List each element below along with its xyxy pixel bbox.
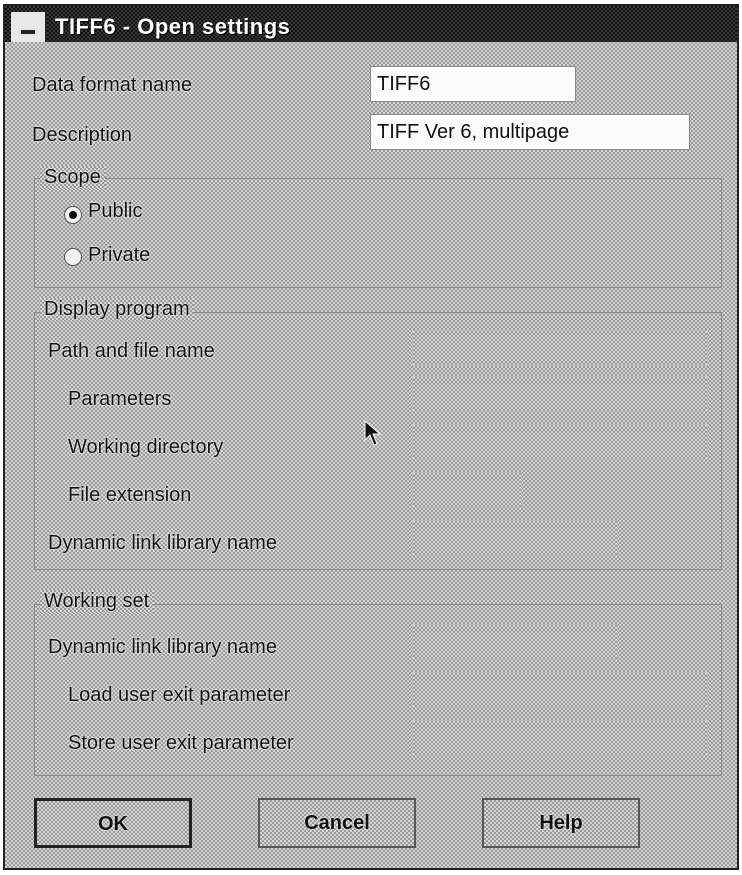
path-file-name-label: Path and file name [48, 340, 215, 362]
working-set-dll-label: Dynamic link library name [48, 636, 277, 658]
ok-button[interactable]: OK [34, 798, 192, 848]
title-bar[interactable]: TIFF6 - Open settings [5, 6, 737, 42]
description-label: Description [32, 124, 133, 146]
cancel-button[interactable]: Cancel [258, 798, 416, 848]
help-button[interactable]: Help [482, 798, 640, 848]
file-extension-field[interactable] [412, 472, 522, 508]
window-title: TIFF6 - Open settings [55, 14, 291, 39]
description-field[interactable]: TIFF Ver 6, multipage [370, 114, 690, 150]
public-radio[interactable] [64, 206, 82, 224]
display-program-group-title: Display program [40, 298, 194, 321]
parameters-field[interactable] [412, 376, 708, 412]
private-radio[interactable] [64, 248, 82, 266]
parameters-label: Parameters [68, 388, 172, 410]
data-format-name-label: Data format name [32, 74, 193, 96]
load-user-exit-field[interactable] [412, 672, 708, 708]
store-user-exit-field[interactable] [412, 720, 708, 756]
working-directory-field[interactable] [412, 424, 708, 460]
public-radio-label[interactable]: Public [88, 200, 142, 223]
display-dll-label: Dynamic link library name [48, 532, 277, 554]
working-directory-label: Working directory [68, 436, 224, 458]
private-radio-label[interactable]: Private [88, 244, 150, 267]
scope-group [34, 178, 722, 288]
store-user-exit-label: Store user exit parameter [68, 732, 294, 754]
system-menu-icon[interactable] [11, 12, 47, 42]
working-set-dll-field[interactable] [412, 624, 618, 660]
file-extension-label: File extension [68, 484, 192, 506]
scope-group-title: Scope [40, 166, 105, 189]
working-set-group-title: Working set [40, 590, 153, 613]
display-dll-field[interactable] [412, 520, 618, 556]
data-format-name-field[interactable]: TIFF6 [370, 66, 576, 102]
path-file-name-field[interactable] [412, 330, 708, 366]
load-user-exit-label: Load user exit parameter [68, 684, 291, 706]
